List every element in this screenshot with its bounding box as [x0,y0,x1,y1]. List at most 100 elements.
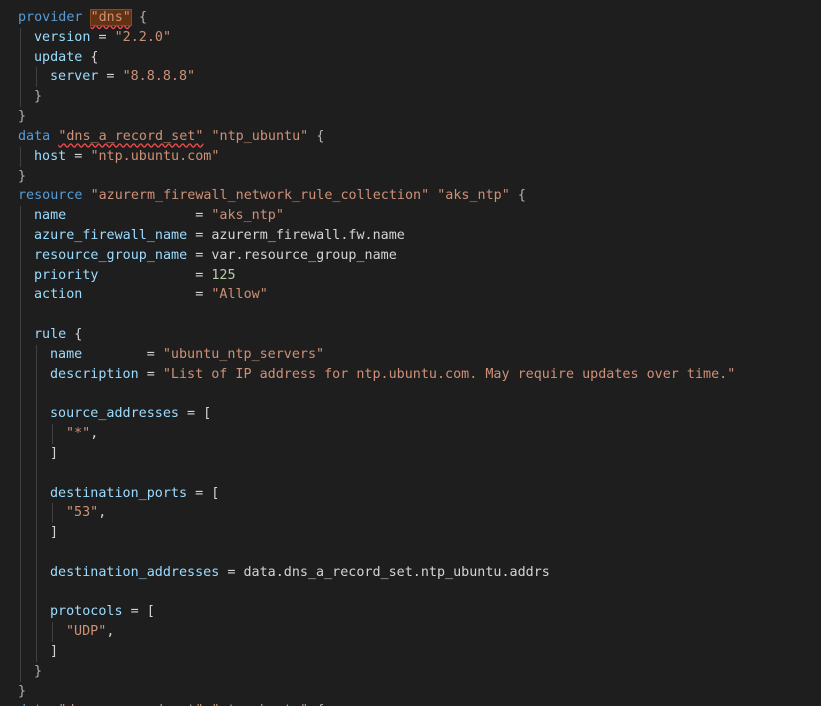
code-line[interactable]: destination_addresses = data.dns_a_recor… [18,562,821,583]
code-line-content: source_addresses = [ [50,404,211,424]
code-token-bracket: } [34,89,43,105]
code-token-attr: azure_firewall_name [34,227,188,243]
code-token-op: = [219,564,244,580]
indent-guide [36,463,37,484]
code-token-plain: var.resource_group_name [211,247,397,263]
code-line[interactable]: source_addresses = [ [18,404,821,425]
indent-guide [36,582,37,603]
code-token-string: "aks_ntp" [437,188,510,204]
code-line[interactable]: server = "8.8.8.8" [18,67,821,88]
code-token-op: = [82,346,163,362]
code-token-attr: protocols [50,604,123,620]
code-line[interactable]: ] [18,443,821,464]
code-line[interactable]: data "dns_a_record_set" "ntp_ubuntu" { [18,127,821,147]
code-line[interactable] [18,384,821,405]
code-line[interactable]: } [18,87,821,108]
code-area[interactable]: provider "dns" {version = "2.2.0" update … [18,8,821,706]
code-line-content: update { [34,48,99,68]
indent-guide [20,463,21,484]
indent-guide [20,87,21,108]
code-token-bracket: } [18,683,27,699]
indent-guide [20,344,21,365]
code-line[interactable]: } [18,107,821,127]
code-line[interactable]: version = "2.2.0" [18,27,821,48]
code-line[interactable]: update { [18,47,821,68]
code-token-op: = [90,29,115,45]
code-line[interactable]: destination_ports = [ [18,483,821,504]
code-token-op: = [138,366,163,382]
code-line[interactable] [18,582,821,603]
indent-guide [20,146,21,167]
code-token-string: "ntp_ubuntu" [211,128,309,144]
code-line[interactable]: name = "aks_ntp" [18,206,821,226]
code-line[interactable]: "UDP", [18,622,821,642]
code-token-string: "*" [66,426,91,442]
code-line[interactable]: resource_group_name = var.resource_group… [18,245,821,266]
code-token-string: "dns" [89,9,132,26]
indent-guide [36,642,37,662]
indent-guide [36,523,37,543]
code-line-content: provider "dns" { [18,8,147,28]
code-token-string: "UDP" [66,624,107,640]
code-line[interactable] [18,542,821,563]
code-token-bracket: } [34,663,43,679]
indent-guide [20,542,21,563]
code-line[interactable] [18,463,821,484]
indent-guide [36,503,37,524]
code-line-content: data "dns_a_record_set" "ntp_ubuntu" { [18,701,324,706]
code-line[interactable]: host = "ntp.ubuntu.com" [18,146,821,167]
code-line[interactable]: } [18,682,821,702]
code-token-op: = [82,287,212,303]
code-line[interactable]: provider "dns" { [18,8,821,28]
code-token-string: "8.8.8.8" [122,69,196,85]
code-line[interactable] [18,305,821,325]
code-token-string: "53" [66,505,99,521]
code-token-bracket: { [517,188,526,204]
code-line[interactable]: priority = 125 [18,265,821,286]
code-line[interactable]: rule { [18,325,821,345]
code-token-punct: ] [50,445,59,461]
indent-guide [20,562,21,583]
code-editor[interactable]: provider "dns" {version = "2.2.0" update … [0,0,821,706]
code-token-string: "aks_ntp" [211,208,284,224]
code-token-op: = [ [122,604,155,620]
code-token-punct: , [98,505,107,521]
code-line[interactable]: } [18,167,821,187]
indent-guide [20,225,21,246]
indent-guide [20,404,21,425]
code-token-number: 125 [211,267,236,283]
code-line[interactable]: ] [18,523,821,543]
indent-guide [36,384,37,405]
code-token-attr: source_addresses [50,406,179,422]
indent-guide [20,47,21,68]
code-line[interactable]: } [18,661,821,682]
indent-guide [36,344,37,365]
code-token-attr: name [34,208,67,224]
indent-guide [20,285,21,306]
code-token-punct: { [82,49,99,65]
code-token-string: "dns_a_record_set" [58,128,204,144]
indent-guide [36,483,37,504]
code-line-content: server = "8.8.8.8" [50,67,195,87]
code-token-string: "Allow" [211,287,268,303]
code-line-content: } [34,662,42,682]
indent-guide [20,245,21,266]
code-line[interactable]: protocols = [ [18,602,821,623]
indent-guide [36,443,37,464]
code-line[interactable]: data "dns_a_record_set" "ntp_ubuntu" { [18,701,821,706]
code-line[interactable]: "*", [18,424,821,444]
code-line[interactable]: ] [18,642,821,662]
code-line[interactable]: "53", [18,503,821,524]
code-token-op: = [66,148,91,164]
code-line[interactable]: name = "ubuntu_ntp_servers" [18,344,821,365]
indent-guide [20,642,21,662]
indent-guide [20,364,21,385]
code-line[interactable]: action = "Allow" [18,285,821,306]
code-line-content: "53", [66,503,106,523]
code-token-punct: ] [50,525,59,541]
code-line[interactable]: azure_firewall_name = azurerm_firewall.f… [18,225,821,246]
code-line[interactable]: description = "List of IP address for nt… [18,364,821,385]
indent-guide [20,622,21,642]
code-line[interactable]: resource "azurerm_firewall_network_rule_… [18,186,821,206]
code-line-content: description = "List of IP address for nt… [50,365,735,385]
